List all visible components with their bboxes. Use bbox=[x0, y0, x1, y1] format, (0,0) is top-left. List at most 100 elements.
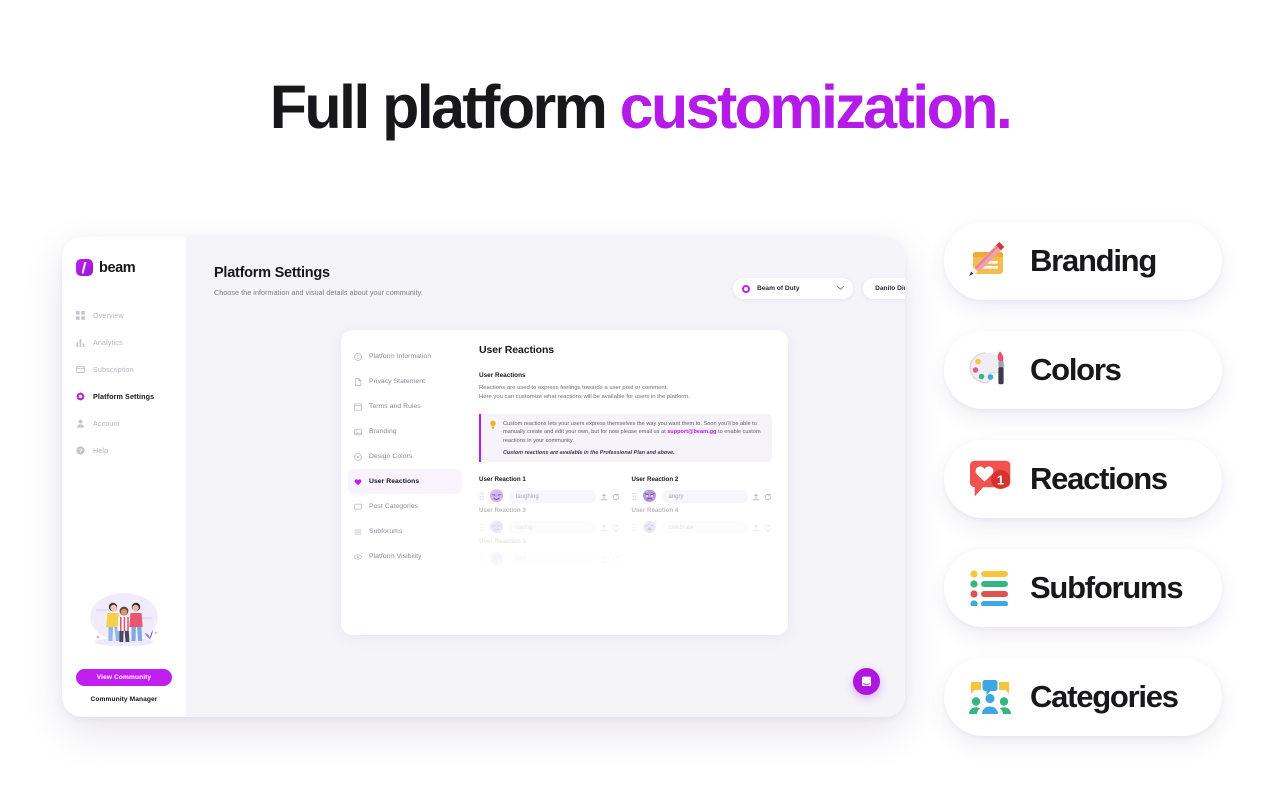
upload-icon[interactable] bbox=[752, 524, 760, 532]
drag-handle-icon[interactable] bbox=[479, 523, 484, 532]
settings-card: Platform Information Privacy Statement T… bbox=[341, 330, 788, 635]
beam-logo-icon bbox=[76, 259, 93, 276]
user-select[interactable]: Danilo Diniz bbox=[863, 278, 905, 299]
list-icon bbox=[354, 528, 362, 536]
upload-icon[interactable] bbox=[600, 555, 608, 563]
settings-item-platform-information[interactable]: Platform Information bbox=[348, 344, 462, 369]
drag-handle-icon[interactable] bbox=[479, 492, 484, 501]
sidebar-item-label: Help bbox=[93, 446, 109, 455]
reaction-row-1: User Reaction 1 laughing bbox=[479, 476, 620, 507]
main-header-text: Platform Settings Choose the information… bbox=[214, 265, 423, 297]
settings-item-label: Post Categories bbox=[369, 503, 419, 510]
svg-text:?: ? bbox=[79, 449, 83, 455]
reaction-row-4: User Reaction 4 celebrate bbox=[632, 507, 773, 538]
sidebar-item-analytics[interactable]: Analytics bbox=[62, 329, 186, 356]
reaction-name-input[interactable]: caring bbox=[509, 521, 596, 535]
view-community-button[interactable]: View Community bbox=[76, 669, 172, 686]
reaction-controls: celebrate bbox=[632, 518, 773, 538]
help-circle-icon: ? bbox=[76, 446, 85, 455]
panel-description-line-1: Reactions are used to express feelings t… bbox=[479, 385, 668, 391]
panel-description: Reactions are used to express feelings t… bbox=[479, 384, 772, 403]
feature-list: Branding Colors 1 Reactions Subforums Ca… bbox=[944, 222, 1222, 767]
reaction-label: User Reaction 4 bbox=[631, 506, 679, 514]
upload-icon[interactable] bbox=[600, 524, 608, 532]
feature-chip-reactions[interactable]: 1 Reactions bbox=[944, 440, 1222, 518]
page-subtitle: Choose the information and visual detail… bbox=[214, 288, 423, 297]
reaction-label: User Reaction 2 bbox=[631, 475, 679, 483]
feature-chip-colors[interactable]: Colors bbox=[944, 331, 1222, 409]
sidebar-item-subscription[interactable]: Subscription bbox=[62, 356, 186, 383]
feature-chip-categories[interactable]: Categories bbox=[944, 658, 1222, 736]
info-callout: Custom reactions lets your users express… bbox=[479, 413, 772, 462]
feature-chip-subforums[interactable]: Subforums bbox=[944, 549, 1222, 627]
drag-handle-icon[interactable] bbox=[632, 492, 637, 501]
sidebar-item-label: Subscription bbox=[93, 365, 134, 374]
app-window: beam Overview Analytics Subscription Pla… bbox=[62, 237, 905, 717]
panel-section-label: User Reactions bbox=[479, 372, 526, 379]
reaction-controls: caring bbox=[479, 518, 620, 538]
support-email-link[interactable]: support@beam.gg bbox=[667, 429, 716, 435]
brand: beam bbox=[62, 259, 186, 276]
settings-item-subforums[interactable]: Subforums bbox=[348, 519, 462, 544]
settings-nav: Platform Information Privacy Statement T… bbox=[341, 330, 469, 635]
community-select[interactable]: Beam of Duty bbox=[733, 278, 853, 299]
gear-icon bbox=[76, 392, 85, 401]
reaction-name-input[interactable]: laughing bbox=[509, 490, 596, 504]
sidebar-item-overview[interactable]: Overview bbox=[62, 302, 186, 329]
settings-item-label: Branding bbox=[369, 428, 397, 435]
reaction-emoji-angry[interactable] bbox=[641, 488, 658, 505]
settings-item-label: Design Colors bbox=[369, 453, 413, 460]
reaction-name-input[interactable]: angry bbox=[661, 490, 748, 504]
settings-item-privacy-statement[interactable]: Privacy Statement bbox=[348, 369, 462, 394]
feature-chip-branding[interactable]: Branding bbox=[944, 222, 1222, 300]
sidebar-item-account[interactable]: Account bbox=[62, 410, 186, 437]
drag-handle-icon[interactable] bbox=[632, 523, 637, 532]
reset-icon[interactable] bbox=[612, 555, 620, 563]
sidebar-item-help[interactable]: ? Help bbox=[62, 437, 186, 464]
settings-item-user-reactions[interactable]: User Reactions bbox=[348, 469, 462, 494]
callout-body: Custom reactions lets your users express… bbox=[503, 420, 764, 456]
settings-item-label: Terms and Rules bbox=[369, 403, 421, 410]
reset-icon[interactable] bbox=[764, 524, 772, 532]
headline-plain: Full platform bbox=[269, 73, 620, 141]
grid-icon bbox=[76, 311, 85, 320]
reaction-emoji-caring[interactable] bbox=[488, 519, 505, 536]
sidebar-item-label: Overview bbox=[93, 311, 124, 320]
reset-icon[interactable] bbox=[764, 493, 772, 501]
callout-note: Custom reactions are available in the Pr… bbox=[503, 449, 675, 456]
book-icon bbox=[354, 402, 362, 411]
settings-item-post-categories[interactable]: Post Categories bbox=[348, 494, 462, 519]
settings-item-terms-and-rules[interactable]: Terms and Rules bbox=[348, 394, 462, 419]
panel-title: User Reactions bbox=[479, 344, 555, 356]
page-headline: Full platform customization. bbox=[0, 70, 1280, 144]
settings-item-label: Subforums bbox=[369, 528, 403, 535]
document-icon bbox=[354, 377, 362, 386]
settings-item-branding[interactable]: Branding bbox=[348, 419, 462, 444]
settings-panel: User Reactions User Reactions Reactions … bbox=[469, 330, 788, 635]
reaction-emoji-laughing[interactable] bbox=[488, 488, 505, 505]
reaction-controls: love bbox=[479, 549, 620, 569]
bar-chart-icon bbox=[76, 338, 85, 347]
upload-icon[interactable] bbox=[752, 493, 760, 501]
feature-chip-label: Colors bbox=[1030, 352, 1122, 387]
image-icon bbox=[354, 428, 362, 436]
chat-widget-button[interactable] bbox=[853, 668, 880, 695]
upload-icon[interactable] bbox=[600, 493, 608, 501]
settings-item-label: User Reactions bbox=[369, 478, 420, 485]
sidebar-item-label: Account bbox=[93, 419, 120, 428]
reset-icon[interactable] bbox=[612, 524, 620, 532]
reaction-name-input[interactable]: celebrate bbox=[661, 521, 748, 535]
sidebar-item-platform-settings[interactable]: Platform Settings bbox=[62, 383, 186, 410]
reaction-emoji-celebrate[interactable] bbox=[641, 519, 658, 536]
settings-item-platform-visibility[interactable]: Platform Visibility bbox=[348, 544, 462, 569]
reactions-grid: User Reaction 1 laughing User Reaction 2 bbox=[479, 476, 772, 569]
lightbulb-icon bbox=[489, 420, 497, 456]
scroll-fade-overlay bbox=[469, 589, 788, 635]
reaction-emoji-love[interactable] bbox=[488, 550, 505, 567]
drag-handle-icon[interactable] bbox=[479, 554, 484, 563]
reaction-name-input[interactable]: love bbox=[509, 552, 596, 566]
app-sidebar: beam Overview Analytics Subscription Pla… bbox=[62, 237, 186, 717]
settings-item-design-colors[interactable]: Design Colors bbox=[348, 444, 462, 469]
palette-icon bbox=[354, 452, 362, 461]
reset-icon[interactable] bbox=[612, 493, 620, 501]
